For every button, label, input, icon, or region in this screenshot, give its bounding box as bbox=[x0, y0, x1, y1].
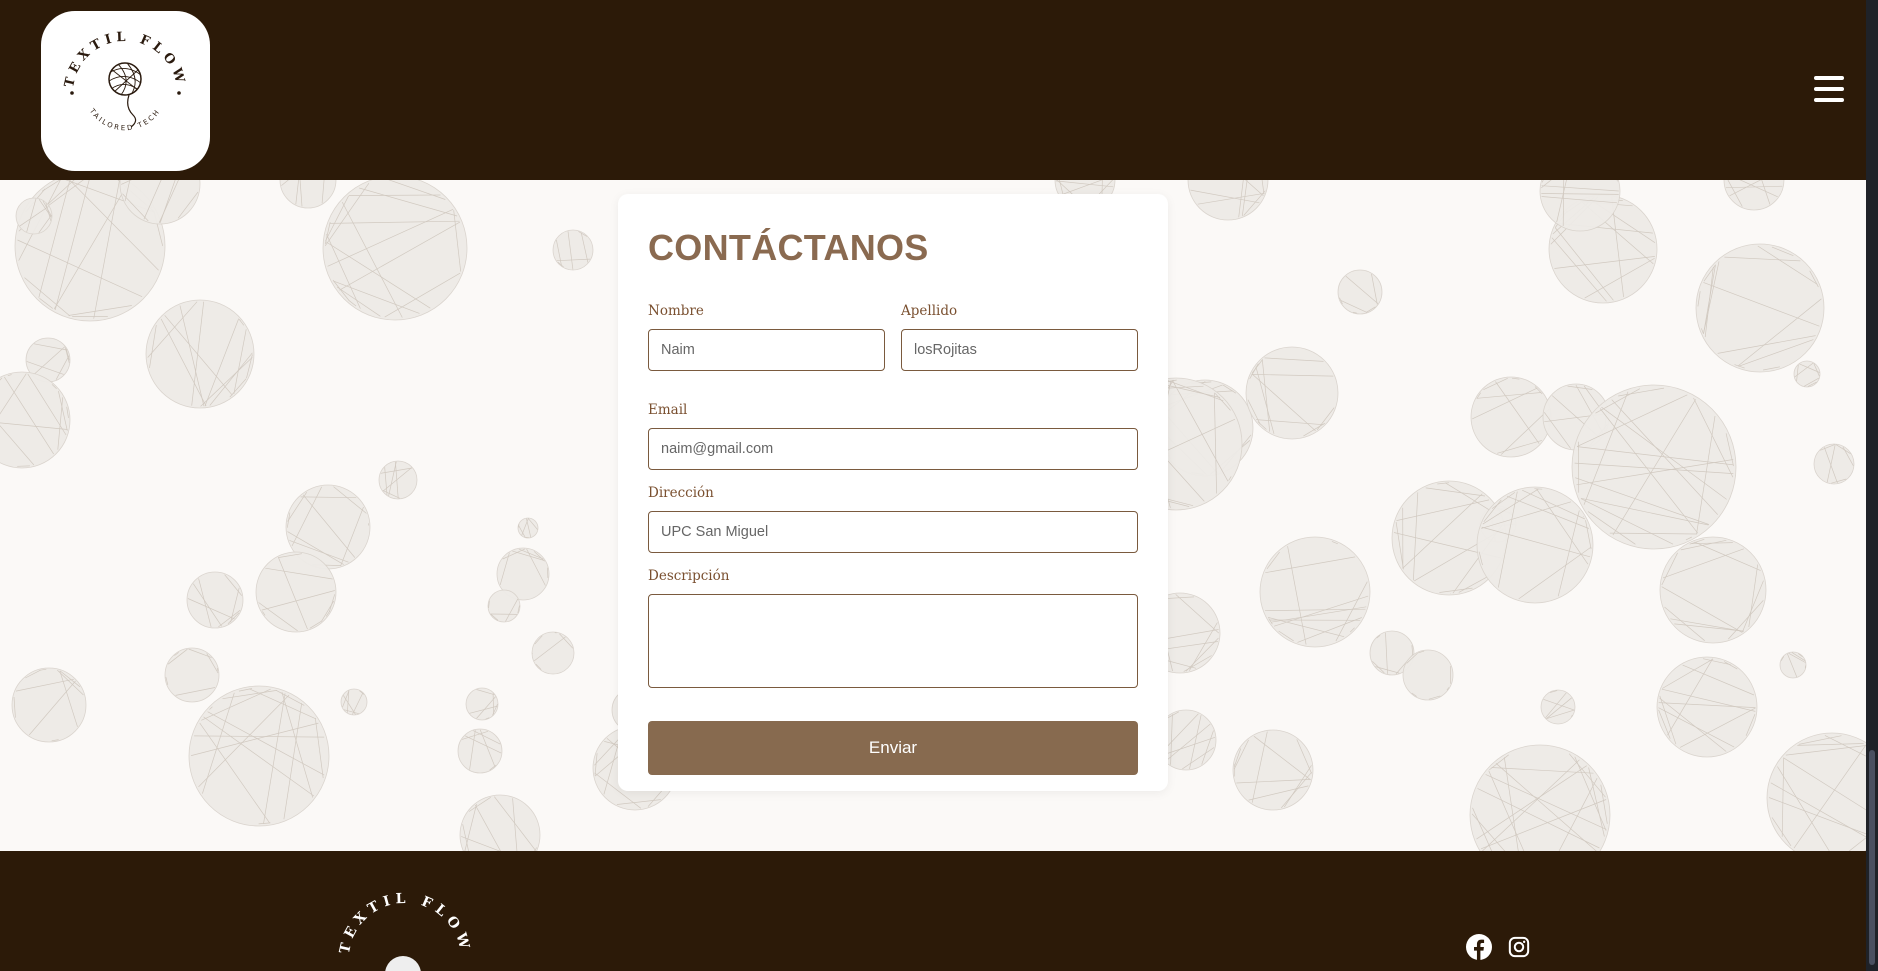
contact-section: CONTÁCTANOS Nombre Naim Apellido losRoji… bbox=[0, 180, 1866, 851]
facebook-icon[interactable] bbox=[1466, 934, 1492, 960]
logo[interactable]: TEXTIL FLOW TAILORED TECH bbox=[41, 11, 210, 171]
svg-text:TEXTIL FLOW: TEXTIL FLOW bbox=[337, 891, 473, 955]
contact-form: CONTÁCTANOS Nombre Naim Apellido losRoji… bbox=[618, 194, 1168, 791]
apellido-input[interactable]: losRojitas bbox=[901, 329, 1138, 371]
submit-button[interactable]: Enviar bbox=[648, 721, 1138, 775]
nombre-input[interactable]: Naim bbox=[648, 329, 885, 371]
direccion-label: Dirección bbox=[648, 485, 714, 501]
descripcion-textarea[interactable] bbox=[648, 594, 1138, 688]
site-header: TEXTIL FLOW TAILORED TECH bbox=[0, 0, 1866, 180]
page: TEXTIL FLOW TAILORED TECH CONTÁCTANOS No… bbox=[0, 0, 1866, 971]
descripcion-label: Descripción bbox=[648, 568, 730, 584]
email-input[interactable]: naim@gmail.com bbox=[648, 428, 1138, 470]
site-footer: TEXTIL FLOW bbox=[0, 851, 1866, 971]
svg-text:TAILORED TECH: TAILORED TECH bbox=[87, 106, 162, 132]
page-scrollbar[interactable] bbox=[1866, 0, 1878, 971]
direccion-input[interactable]: UPC San Miguel bbox=[648, 511, 1138, 553]
email-label: Email bbox=[648, 402, 688, 418]
scrollbar-thumb[interactable] bbox=[1869, 750, 1875, 965]
hamburger-menu-icon[interactable] bbox=[1814, 76, 1844, 102]
textil-flow-logo: TEXTIL FLOW TAILORED TECH bbox=[62, 30, 184, 132]
apellido-label: Apellido bbox=[901, 303, 958, 319]
nombre-label: Nombre bbox=[648, 303, 704, 319]
form-title: CONTÁCTANOS bbox=[648, 227, 929, 268]
instagram-icon[interactable] bbox=[1508, 936, 1530, 958]
footer-logo[interactable]: TEXTIL FLOW bbox=[335, 879, 475, 971]
